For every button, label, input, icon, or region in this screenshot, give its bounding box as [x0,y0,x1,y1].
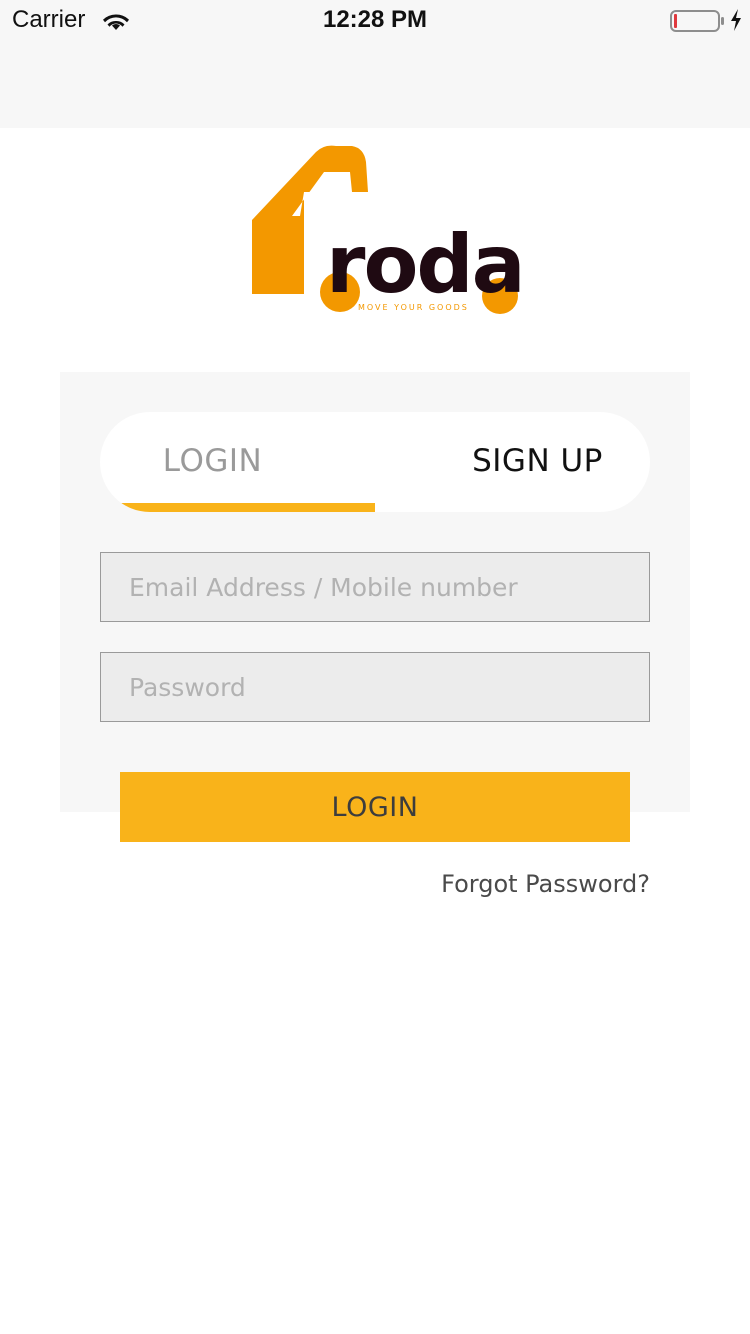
auth-tabs: LOGIN SIGN UP [100,412,650,512]
charging-bolt-icon [731,9,741,31]
status-time: 12:28 PM [322,6,428,33]
svg-text:roda: roda [326,218,524,311]
logo-tagline: MOVE YOUR GOODS [358,303,469,312]
tab-signup[interactable]: SIGN UP [375,412,650,512]
battery-low-icon [670,10,724,32]
forgot-password-link[interactable]: Forgot Password? [441,870,650,898]
status-bar: Carrier 12:28 PM [0,0,750,128]
email-input[interactable] [101,553,649,621]
password-input[interactable] [101,653,649,721]
login-screen: Carrier 12:28 PM roda MOVE YOUR GOODS LO… [0,0,750,1334]
roda-logo: roda MOVE YOUR GOODS [252,145,526,314]
password-field [100,652,650,722]
tab-login[interactable]: LOGIN [100,412,375,512]
email-field [100,552,650,622]
login-button[interactable]: LOGIN [120,772,630,842]
